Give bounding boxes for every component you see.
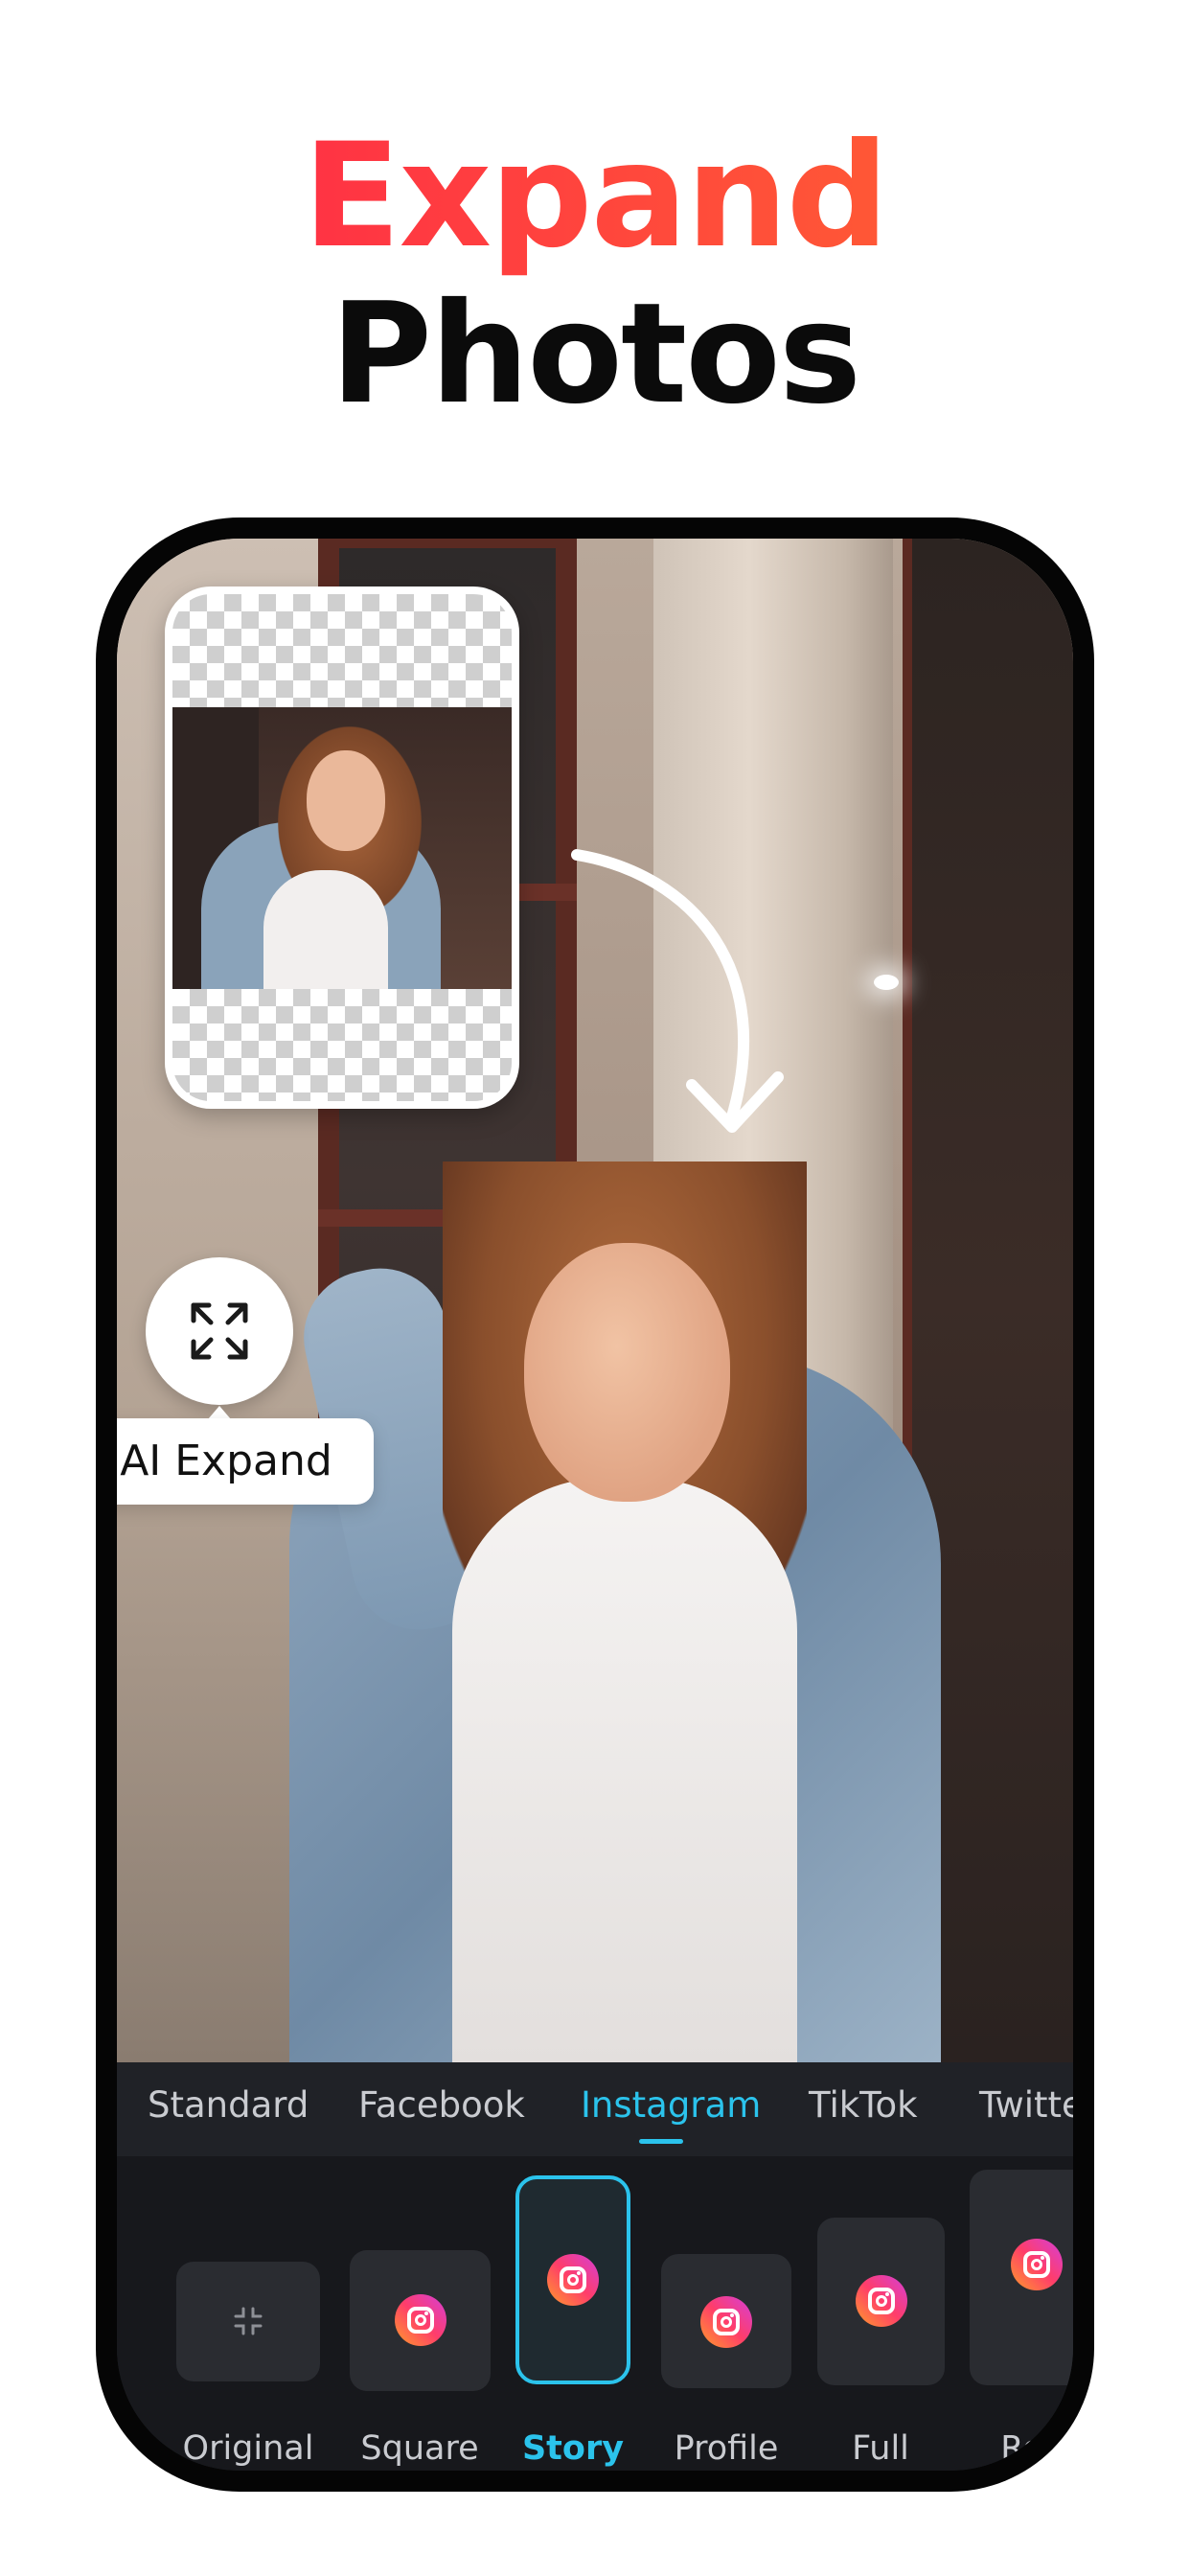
headline-expand: Expand — [0, 115, 1190, 278]
curved-arrow-icon — [571, 849, 784, 1133]
subject-woman — [289, 1162, 960, 2062]
ai-expand-button[interactable] — [146, 1257, 293, 1405]
size-label-full: Full — [852, 2429, 909, 2468]
wall-lamp — [874, 975, 899, 990]
size-label-original: Original — [182, 2429, 314, 2468]
expand-arrows-icon — [191, 1302, 248, 1360]
original-thumbnail — [165, 586, 519, 1109]
transparent-area-bottom — [172, 989, 512, 1101]
size-label-square: Square — [360, 2429, 479, 2468]
shrink-icon — [234, 2307, 263, 2335]
size-label-reel: Reel — [1000, 2429, 1073, 2468]
aspect-ratio-options: Original Square Story Profile Full Reel — [117, 2156, 1073, 2471]
active-tab-indicator — [639, 2139, 683, 2144]
platform-tabs: Standard Facebook Instagram TikTok Twitt… — [117, 2062, 1073, 2156]
original-photo — [172, 707, 512, 989]
phone-screen: AI Expand Standard Facebook Instagram Ti… — [117, 539, 1073, 2471]
headline-photos: Photos — [330, 273, 861, 435]
instagram-icon — [1011, 2239, 1063, 2290]
transparent-area-top — [172, 594, 512, 707]
instagram-icon — [547, 2254, 599, 2306]
size-label-story: Story — [521, 2429, 625, 2468]
tab-twitter[interactable]: Twitter — [979, 2062, 1073, 2156]
size-label-profile: Profile — [674, 2429, 779, 2468]
instagram-icon — [700, 2296, 752, 2348]
tab-standard[interactable]: Standard — [148, 2062, 309, 2156]
expanded-photo[interactable]: AI Expand — [117, 539, 1073, 2062]
tab-tiktok[interactable]: TikTok — [809, 2062, 918, 2156]
tab-facebook[interactable]: Facebook — [358, 2062, 525, 2156]
ai-expand-label: AI Expand — [117, 1418, 374, 1505]
instagram-icon — [395, 2294, 446, 2346]
phone-frame: AI Expand Standard Facebook Instagram Ti… — [96, 518, 1094, 2492]
instagram-icon — [856, 2275, 907, 2327]
